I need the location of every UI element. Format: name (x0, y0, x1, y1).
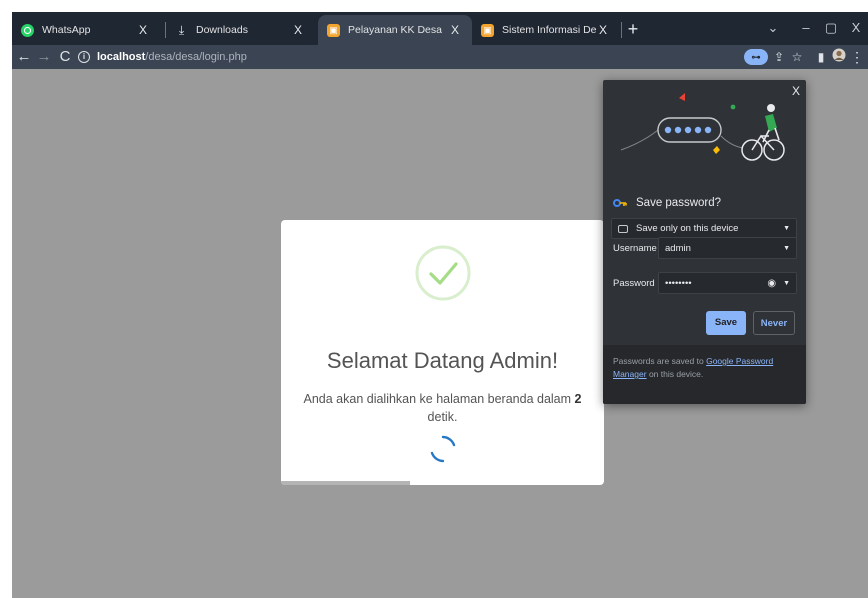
message-prefix: Anda akan dialihkan ke halaman beranda d… (303, 392, 572, 406)
browser-toolbar: ← → C i localhost/desa/desa/login.php ⊶ … (12, 45, 868, 69)
new-tab-button[interactable]: + (624, 20, 642, 38)
forward-arrow-icon[interactable]: → (34, 47, 54, 67)
tab-close-icon[interactable]: X (136, 23, 150, 37)
tab-whatsapp[interactable]: WhatsApp X (12, 15, 160, 45)
success-check-icon (415, 245, 471, 301)
save-button[interactable]: Save (706, 311, 746, 335)
site-info-icon[interactable]: i (78, 51, 90, 63)
save-password-bubble: X Save password? Save only on this devic… (603, 80, 806, 404)
show-password-eye-icon[interactable]: ◉ (767, 278, 776, 289)
welcome-dialog: Selamat Datang Admin! Anda akan dialihka… (281, 220, 604, 485)
username-field[interactable]: admin ▼ (658, 237, 797, 259)
profile-avatar[interactable] (830, 48, 848, 66)
loading-spinner-icon (430, 435, 456, 463)
whatsapp-icon (21, 23, 34, 37)
dropdown-caret-icon: ▼ (783, 225, 790, 232)
never-button[interactable]: Never (753, 311, 795, 335)
device-icon (618, 224, 628, 233)
tab-downloads[interactable]: ⤓ Downloads X (166, 15, 315, 45)
site-favicon: ▣ (481, 23, 494, 37)
close-icon[interactable]: X (792, 84, 800, 98)
url-host: localhost (97, 51, 146, 63)
password-illustration (620, 93, 785, 161)
storage-option-label: Save only on this device (636, 223, 739, 234)
tab-strip: WhatsApp X ⤓ Downloads X ▣ Pelayanan KK … (12, 12, 868, 45)
tab-close-icon[interactable]: X (596, 23, 610, 37)
dropdown-caret-icon[interactable]: ▼ (783, 280, 790, 287)
countdown-seconds: 2 (574, 392, 582, 406)
username-label: Username (613, 243, 657, 254)
bookmark-star-icon[interactable]: ☆ (788, 48, 806, 66)
password-manager-footer: Passwords are saved to Google Password M… (603, 345, 806, 404)
tab-title: Sistem Informasi Desa (502, 24, 596, 36)
site-favicon: ▣ (327, 23, 340, 37)
dialog-title: Selamat Datang Admin! (326, 348, 559, 373)
tab-sistem-informasi-desa[interactable]: ▣ Sistem Informasi Desa X (472, 15, 620, 45)
browser-window: WhatsApp X ⤓ Downloads X ▣ Pelayanan KK … (12, 12, 868, 598)
tab-close-icon[interactable]: X (448, 23, 462, 37)
address-bar[interactable]: i localhost/desa/desa/login.php (78, 47, 850, 67)
reload-icon[interactable]: C (55, 47, 75, 67)
tab-separator (621, 22, 622, 38)
url-text: localhost/desa/desa/login.php (97, 51, 247, 63)
message-suffix: detik. (427, 410, 458, 424)
tab-close-icon[interactable]: X (291, 23, 305, 37)
close-window-button[interactable]: X (844, 17, 868, 39)
dialog-message: Anda akan dialihkan ke halaman beranda d… (303, 390, 582, 426)
tab-search-chevron-down-icon[interactable]: ⌄ (761, 17, 785, 39)
tab-title: Pelayanan KK Desa (348, 24, 442, 36)
footer-prefix: Passwords are saved to (613, 356, 704, 366)
side-panel-icon[interactable]: ▮ (812, 48, 830, 66)
share-icon[interactable]: ⇪ (770, 48, 788, 66)
password-key-icon[interactable]: ⊶ (744, 49, 768, 65)
download-icon: ⤓ (178, 22, 185, 37)
tab-title: WhatsApp (42, 24, 91, 36)
timer-progress-bar (281, 481, 411, 485)
storage-location-select[interactable]: Save only on this device ▼ (611, 218, 797, 239)
minimize-button[interactable]: – (794, 17, 818, 39)
page-overlay: Selamat Datang Admin! Anda akan dialihka… (12, 69, 868, 598)
password-label: Password (613, 278, 655, 289)
more-menu-icon[interactable]: ⋮ (848, 48, 866, 66)
tab-pelayanan-kk-desa[interactable]: ▣ Pelayanan KK Desa X (318, 15, 472, 45)
password-field[interactable]: •••••••• ◉ ▼ (658, 272, 797, 294)
google-key-icon (613, 199, 627, 207)
password-value: •••••••• (665, 277, 692, 289)
save-password-title: Save password? (636, 197, 722, 209)
screenshot: WhatsApp X ⤓ Downloads X ▣ Pelayanan KK … (0, 0, 868, 598)
maximize-button[interactable]: ▢ (819, 17, 843, 39)
tab-title: Downloads (196, 24, 248, 36)
username-value: admin (665, 242, 691, 254)
dropdown-caret-icon[interactable]: ▼ (783, 245, 790, 252)
footer-suffix: on this device. (648, 369, 704, 379)
back-arrow-icon[interactable]: ← (14, 47, 34, 67)
url-path: /desa/desa/login.php (145, 51, 247, 63)
save-password-heading: Save password? (613, 197, 721, 209)
